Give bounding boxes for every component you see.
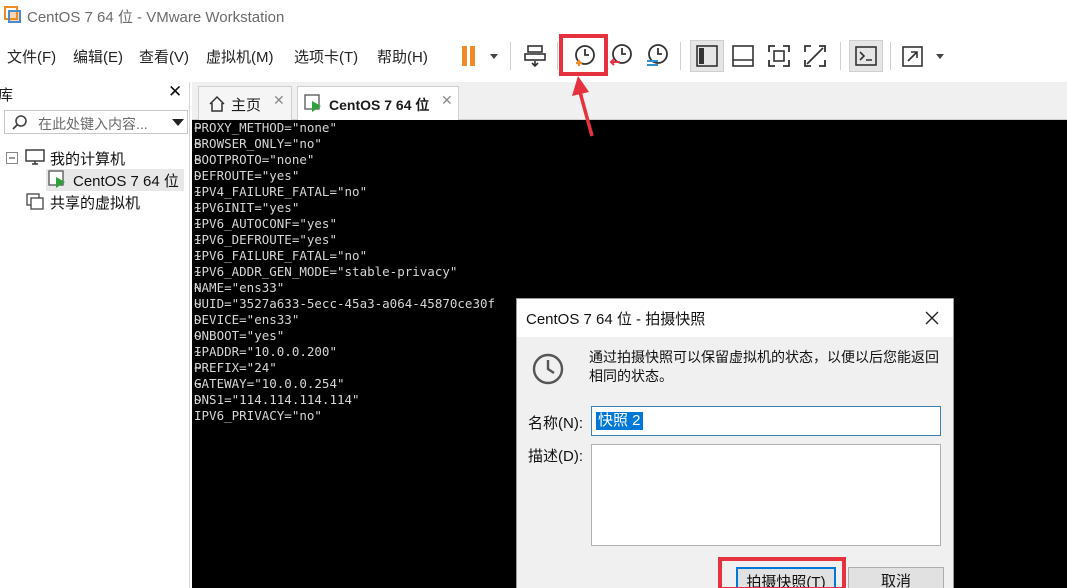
tab-centos[interactable]: CentOS 7 64 位 ✕ [297, 86, 459, 120]
unity-button[interactable] [798, 40, 832, 72]
menu-tabs[interactable]: 选项卡(T) [294, 46, 358, 67]
description-label: 描述(D): [528, 448, 583, 465]
stretch-guest-button[interactable] [898, 40, 950, 72]
vmware-logo-icon [4, 6, 21, 23]
search-icon [12, 115, 27, 130]
snapshot-name-input[interactable]: 快照 2 [591, 406, 941, 436]
window-title: CentOS 7 64 位 - VMware Workstation [27, 9, 285, 26]
library-close-icon[interactable]: ✕ [168, 82, 182, 102]
name-label: 名称(N): [528, 415, 583, 432]
highlight-box-toolbar [559, 34, 608, 76]
menu-file[interactable]: 文件(F) [7, 46, 56, 67]
search-placeholder: 在此处键入内容... [38, 116, 148, 132]
dialog-title: CentOS 7 64 位 - 拍摄快照 [526, 311, 706, 328]
menu-help[interactable]: 帮助(H) [377, 46, 428, 67]
snapshot-manager-button[interactable] [640, 40, 674, 72]
show-library-icon [696, 45, 718, 67]
menu-vm[interactable]: 虚拟机(M) [206, 46, 274, 67]
console-view-button[interactable] [849, 40, 883, 72]
highlight-box-confirm-button [718, 557, 846, 588]
library-search-input[interactable]: 在此处键入内容... [4, 110, 188, 134]
tab-home[interactable]: 主页 ✕ [198, 86, 292, 120]
close-icon [925, 311, 939, 325]
snapshot-manager-icon [647, 44, 668, 66]
pause-icon [462, 46, 498, 66]
tab-label: 主页 [231, 97, 262, 114]
computer-icon [25, 149, 45, 165]
vm-running-icon [48, 170, 65, 188]
dialog-close-button[interactable] [917, 305, 947, 331]
tree-item-label: CentOS 7 64 位 [73, 173, 179, 190]
dialog-title-bar: CentOS 7 64 位 - 拍摄快照 [517, 299, 953, 337]
tree-item-label: 我的计算机 [50, 151, 126, 168]
collapse-icon[interactable] [6, 152, 18, 164]
console-view-icon [855, 46, 877, 66]
take-snapshot-dialog: CentOS 7 64 位 - 拍摄快照 通过拍摄快照可以保留虚拟机的状态，以便… [516, 298, 954, 588]
snapshot-description-input[interactable] [591, 444, 941, 546]
menu-edit[interactable]: 编辑(E) [73, 46, 123, 67]
cancel-button[interactable]: 取消 [848, 567, 944, 588]
library-panel: 库 ✕ 在此处键入内容... 我的计算机 CentOS 7 64 位 共享的虚拟… [0, 82, 190, 588]
vmware-window: CentOS 7 64 位 - VMware Workstation 文件(F)… [0, 0, 1067, 588]
menu-toolbar: 文件(F) 编辑(E) 查看(V) 虚拟机(M) 选项卡(T) 帮助(H) [0, 36, 1067, 76]
tree-item-centos-vm[interactable]: CentOS 7 64 位 [46, 169, 184, 191]
revert-snapshot-icon [609, 44, 632, 66]
full-screen-icon [768, 45, 790, 67]
stretch-guest-icon [902, 46, 944, 67]
send-ctrl-alt-del-button[interactable] [518, 40, 552, 72]
console-text: PROXY_METHOD="none" BROWSER_ONLY="no" BO… [194, 120, 496, 423]
unity-icon [804, 45, 826, 67]
show-library-button[interactable] [690, 40, 724, 72]
shared-vm-icon [26, 193, 44, 210]
revert-snapshot-button[interactable] [604, 40, 638, 72]
clock-icon [532, 353, 564, 385]
annotation-arrow-icon [572, 76, 594, 137]
send-ctrl-alt-del-icon [524, 45, 546, 68]
full-screen-button[interactable] [762, 40, 796, 72]
tab-close-icon[interactable]: ✕ [273, 93, 285, 109]
menu-view[interactable]: 查看(V) [139, 46, 189, 67]
vm-running-icon [304, 94, 321, 112]
pause-button[interactable] [452, 40, 504, 72]
snapshot-name-value: 快照 2 [596, 412, 643, 430]
dialog-message: 通过拍摄快照可以保留虚拟机的状态，以便以后您能返回相同的状态。 [589, 349, 939, 384]
console-empty-lines: ~ ~ ~ ~ ~ ~ ~ ~ ~ ~ ~ ~ ~ ~ ~ ~ ~ ~ [194, 120, 202, 407]
tab-close-icon[interactable]: ✕ [441, 93, 453, 109]
library-title: 库 [0, 87, 14, 104]
home-icon [209, 95, 225, 112]
tree-item-label: 共享的虚拟机 [50, 195, 141, 212]
search-dropdown-icon[interactable] [172, 119, 184, 127]
tab-label: CentOS 7 64 位 [329, 97, 430, 113]
thumbnail-bar-button[interactable] [726, 40, 760, 72]
show-thumbnail-bar-icon [732, 45, 754, 67]
title-bar: CentOS 7 64 位 - VMware Workstation [0, 0, 1067, 32]
tab-bar: 主页 ✕ CentOS 7 64 位 ✕ [192, 82, 1067, 120]
